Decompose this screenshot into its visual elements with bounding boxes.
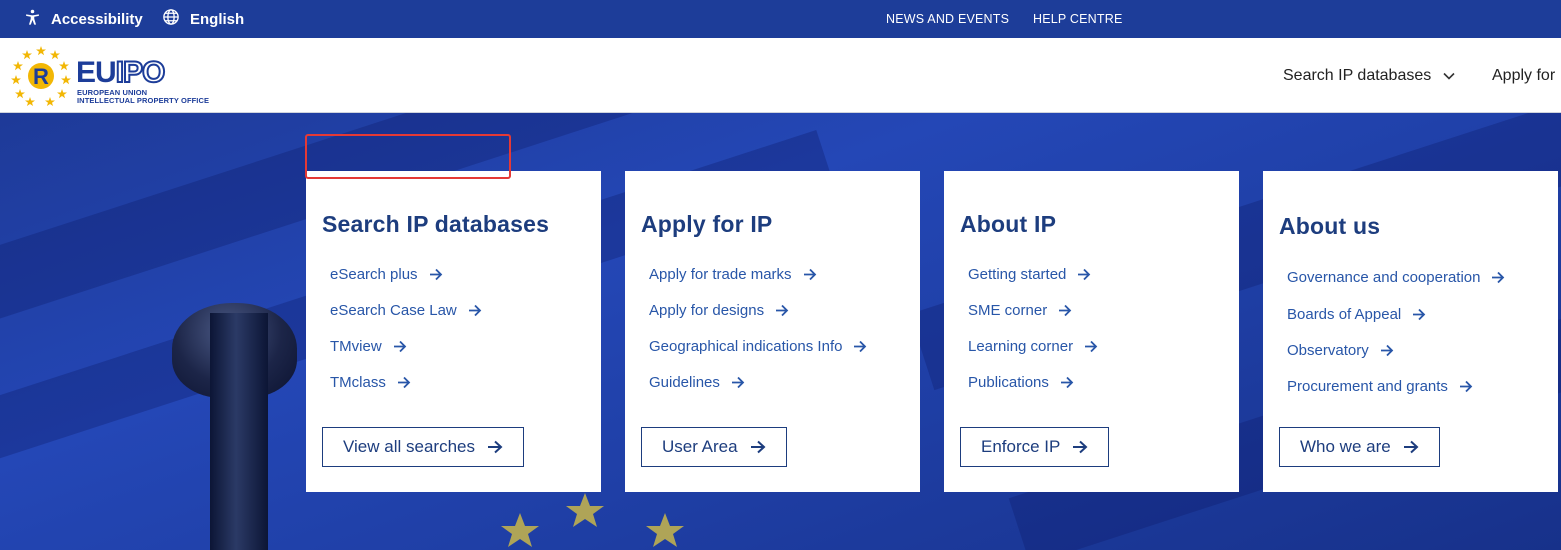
arrow-right-icon	[1058, 304, 1072, 317]
card-title: About IP	[960, 211, 1057, 237]
arrow-right-icon	[487, 440, 503, 454]
arrow-right-icon	[429, 268, 443, 281]
logo-wordmark: EUIPO	[76, 55, 166, 90]
euipo-logo[interactable]: R EUIPO EUROPEAN UNION INTELLECTUAL PROP…	[10, 44, 240, 106]
help-centre-link[interactable]: HELP CENTRE	[1033, 0, 1123, 38]
eu-stars-emblem: R	[11, 46, 71, 106]
arrow-right-icon	[1403, 440, 1419, 454]
link-guidelines[interactable]: Guidelines	[649, 374, 745, 391]
link-boards-of-appeal[interactable]: Boards of Appeal	[1287, 306, 1426, 323]
card-title: About us	[1279, 213, 1381, 239]
nav-apply-for[interactable]: Apply for	[1492, 38, 1555, 112]
site-header: R EUIPO EUROPEAN UNION INTELLECTUAL PROP…	[0, 38, 1561, 113]
link-tmview[interactable]: TMview	[330, 338, 407, 355]
highlight-box-esearch-plus	[305, 134, 511, 179]
arrow-right-icon	[853, 340, 867, 353]
arrow-right-icon	[1077, 268, 1091, 281]
news-and-events-link[interactable]: NEWS AND EVENTS	[886, 0, 1009, 38]
globe-icon	[162, 8, 190, 30]
arrow-right-icon	[393, 340, 407, 353]
link-observatory[interactable]: Observatory	[1287, 342, 1394, 359]
link-sme-corner[interactable]: SME corner	[968, 302, 1072, 319]
arrow-right-icon	[468, 304, 482, 317]
card-apply-for-ip: Apply for IP Apply for trade marks Apply…	[625, 171, 920, 492]
language-selector[interactable]: English	[162, 0, 244, 38]
language-label: English	[190, 10, 245, 28]
chevron-down-icon	[1443, 72, 1455, 80]
nav-search-ip-databases[interactable]: Search IP databases	[1283, 38, 1455, 112]
logo-subtitle: EUROPEAN UNION INTELLECTUAL PROPERTY OFF…	[77, 88, 210, 105]
arrow-right-icon	[1459, 380, 1473, 393]
link-apply-for-designs[interactable]: Apply for designs	[649, 302, 789, 319]
arrow-right-icon	[1060, 376, 1074, 389]
link-esearch-plus[interactable]: eSearch plus	[330, 266, 443, 283]
link-tmclass[interactable]: TMclass	[330, 374, 411, 391]
top-utility-bar: Accessibility English NEWS AND EVENTS HE…	[0, 0, 1561, 38]
arrow-right-icon	[750, 440, 766, 454]
link-procurement-and-grants[interactable]: Procurement and grants	[1287, 378, 1473, 395]
user-area-button[interactable]: User Area	[641, 427, 787, 467]
card-title: Search IP databases	[322, 211, 550, 237]
arrow-right-icon	[1084, 340, 1098, 353]
card-about-ip: About IP Getting started SME corner Lear…	[944, 171, 1239, 492]
link-esearch-case-law[interactable]: eSearch Case Law	[330, 302, 482, 319]
accessibility-label: Accessibility	[51, 10, 143, 28]
flagpole-image	[210, 313, 268, 550]
view-all-searches-button[interactable]: View all searches	[322, 427, 524, 467]
svg-text:R: R	[33, 64, 49, 89]
eu-flag-stars-image	[501, 493, 684, 547]
arrow-right-icon	[397, 376, 411, 389]
arrow-right-icon	[1072, 440, 1088, 454]
link-learning-corner[interactable]: Learning corner	[968, 338, 1098, 355]
link-apply-for-trade-marks[interactable]: Apply for trade marks	[649, 266, 817, 283]
who-we-are-button[interactable]: Who we are	[1279, 427, 1440, 467]
accessibility-button[interactable]: Accessibility	[24, 0, 143, 38]
link-getting-started[interactable]: Getting started	[968, 266, 1091, 283]
enforce-ip-button[interactable]: Enforce IP	[960, 427, 1110, 467]
hero-banner: Search IP databases eSearch plus eSearch…	[0, 113, 1561, 550]
link-publications[interactable]: Publications	[968, 374, 1074, 391]
card-about-us: About us Governance and cooperation Boar…	[1263, 171, 1558, 492]
link-governance-and-cooperation[interactable]: Governance and cooperation	[1287, 269, 1505, 286]
arrow-right-icon	[1491, 271, 1505, 284]
arrow-right-icon	[1380, 344, 1394, 357]
card-search-ip-databases: Search IP databases eSearch plus eSearch…	[306, 171, 601, 492]
accessibility-icon	[24, 9, 51, 30]
link-geographical-indications-info[interactable]: Geographical indications Info	[649, 338, 867, 355]
arrow-right-icon	[803, 268, 817, 281]
card-title: Apply for IP	[641, 211, 773, 237]
arrow-right-icon	[1412, 308, 1426, 321]
arrow-right-icon	[775, 304, 789, 317]
arrow-right-icon	[731, 376, 745, 389]
